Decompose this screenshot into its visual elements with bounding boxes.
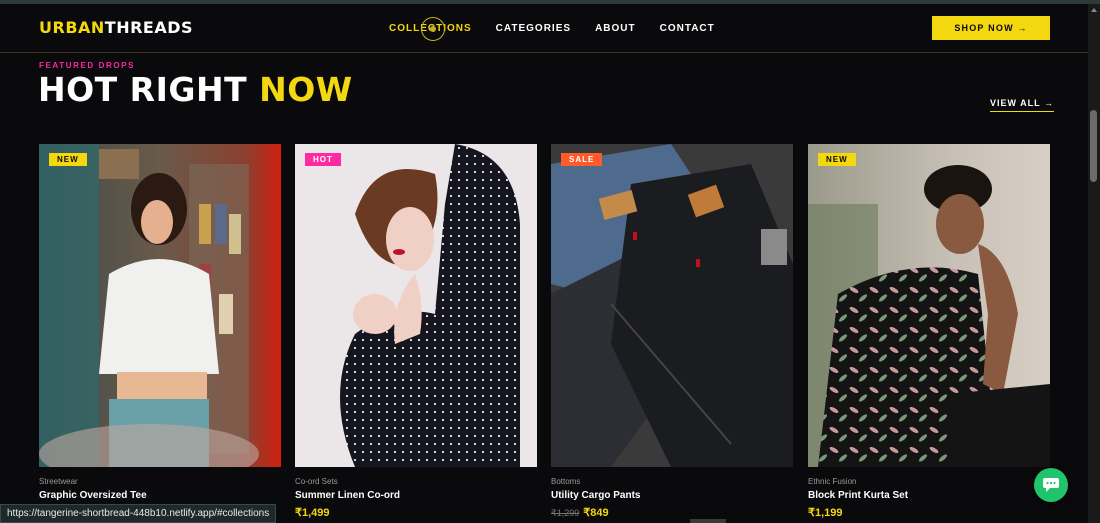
site-logo[interactable]: URBANTHREADS	[39, 18, 193, 37]
badge-new: NEW	[49, 153, 87, 166]
section-title-highlight: NOW	[259, 70, 353, 109]
product-price: ₹1,499	[295, 507, 330, 519]
product-category: Co-ord Sets	[295, 477, 338, 486]
product-image[interactable]: NEW	[39, 144, 281, 467]
product-name[interactable]: Graphic Oversized Tee	[39, 490, 147, 501]
product-name[interactable]: Summer Linen Co-ord	[295, 490, 400, 501]
chat-button[interactable]	[1034, 468, 1068, 502]
product-photo-jeans	[551, 144, 793, 467]
nav-link-categories[interactable]: CATEGORIES	[496, 23, 571, 34]
product-photo-coord	[295, 144, 537, 467]
nav-link-contact[interactable]: CONTACT	[660, 23, 715, 34]
product-price-group: ₹1,299 ₹849	[551, 506, 609, 519]
view-all-link[interactable]: VIEW ALL →	[990, 98, 1054, 112]
nav-link-about[interactable]: ABOUT	[595, 23, 636, 34]
badge-sale: SALE	[561, 153, 603, 166]
chat-bubble-icon	[1043, 478, 1059, 492]
section-title: HOT RIGHT NOW	[38, 70, 353, 109]
product-card[interactable]: HOT Co-ord Sets Summer Linen Co-ord ₹1,4…	[295, 144, 537, 519]
section-title-main: HOT RIGHT	[38, 70, 260, 109]
cursor-dot-icon	[430, 26, 436, 32]
horizontal-scroll-indicator	[690, 519, 726, 523]
page-scrollbar[interactable]	[1088, 4, 1100, 523]
product-price: ₹1,199	[808, 507, 843, 519]
product-category: Bottoms	[551, 477, 581, 486]
product-name[interactable]: Utility Cargo Pants	[551, 490, 640, 501]
product-card[interactable]: NEW Streetwear Graphic Oversized Tee	[39, 144, 281, 501]
product-image[interactable]: SALE	[551, 144, 793, 467]
badge-hot: HOT	[305, 153, 341, 166]
product-photo-kurta	[808, 144, 1050, 467]
badge-new: NEW	[818, 153, 856, 166]
scroll-up-arrow-icon[interactable]	[1091, 8, 1097, 12]
product-image[interactable]: HOT	[295, 144, 537, 467]
product-image[interactable]: NEW	[808, 144, 1050, 467]
product-card[interactable]: NEW Ethnic Fusion Block Print Kurta Set …	[808, 144, 1050, 519]
product-card[interactable]: SALE Bottoms Utility Cargo Pants ₹1,299 ₹…	[551, 144, 793, 519]
browser-status-url: https://tangerine-shortbread-448b10.netl…	[0, 504, 277, 523]
product-category: Streetwear	[39, 477, 78, 486]
section-eyebrow: FEATURED DROPS	[39, 61, 136, 70]
product-name[interactable]: Block Print Kurta Set	[808, 490, 908, 501]
product-category: Ethnic Fusion	[808, 477, 857, 486]
logo-part-urban: URBAN	[39, 18, 105, 37]
scrollbar-thumb[interactable]	[1090, 110, 1097, 182]
shop-now-button[interactable]: SHOP NOW →	[932, 16, 1050, 40]
logo-part-threads: THREADS	[104, 18, 194, 37]
product-old-price: ₹1,299	[551, 508, 580, 518]
site-header: URBANTHREADS COLLECTIONS CATEGORIES ABOU…	[0, 4, 1088, 53]
product-photo-tee	[39, 144, 281, 467]
product-price: ₹849	[583, 507, 609, 519]
